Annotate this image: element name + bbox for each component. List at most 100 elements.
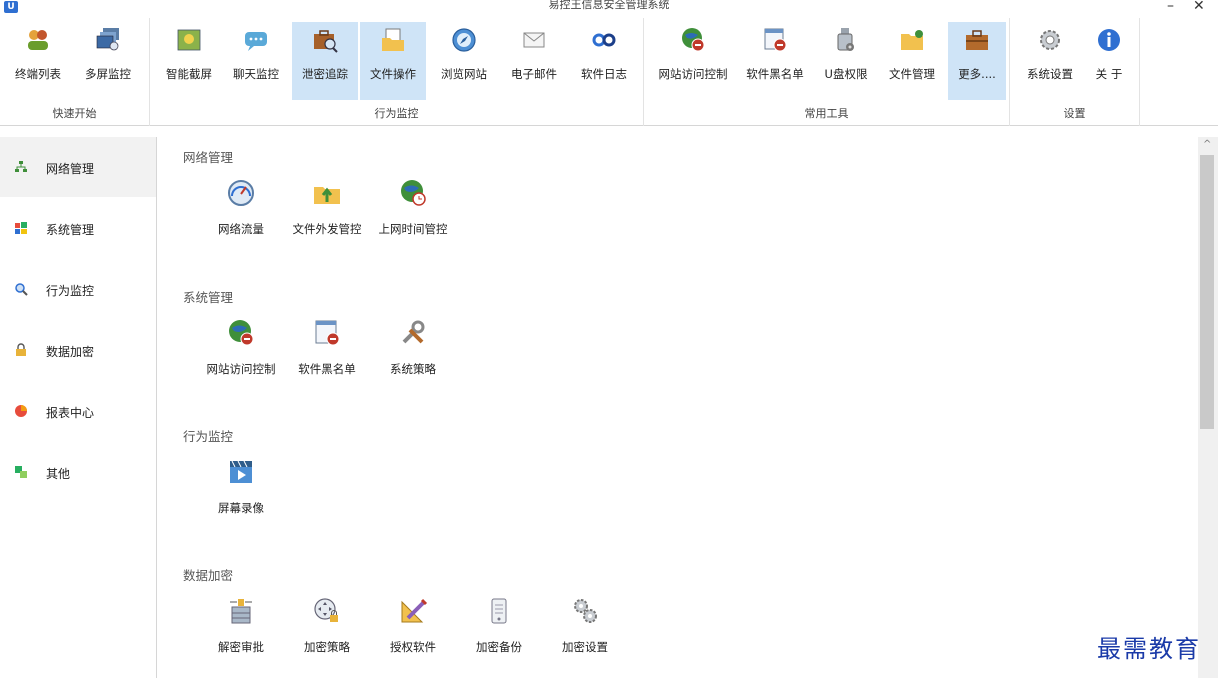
tile-label: 文件外发管控: [292, 222, 362, 236]
ribbon-button-label: 终端列表: [15, 67, 61, 81]
ribbon-button-browse-web[interactable]: 浏览网站: [432, 22, 496, 100]
tile-label: 加密设置: [562, 640, 608, 654]
sidebar-item-label: 行为监控: [46, 284, 95, 298]
file-operation-icon: [382, 28, 404, 51]
ribbon-button-leak-track[interactable]: 泄密追踪: [292, 22, 358, 100]
ribbon-group-label: 行为监控: [374, 107, 419, 120]
vertical-scrollbar[interactable]: ^: [1198, 137, 1218, 678]
ribbon-button-label: 浏览网站: [441, 67, 487, 81]
section-title: 行为监控: [183, 429, 234, 444]
ribbon-button-more[interactable]: 更多....: [948, 22, 1006, 100]
sidebar-item-report-center[interactable]: 报表中心: [0, 381, 156, 441]
speedometer-icon: [228, 180, 254, 206]
sidebar-item-system-management[interactable]: 系统管理: [0, 198, 156, 258]
screen-record-icon: [230, 460, 252, 483]
tile-software-blacklist[interactable]: 软件黑名单: [284, 318, 370, 388]
sidebar-item-label: 数据加密: [46, 345, 95, 359]
decrypt-approve-icon: [230, 599, 252, 624]
ribbon-button-label: 关 于: [1095, 67, 1123, 81]
ribbon-button-label: 软件黑名单: [746, 67, 804, 81]
ribbon-button-usb-permission[interactable]: U盘权限: [816, 22, 876, 100]
watermark: 最需教育: [1097, 635, 1201, 663]
network-icon: [15, 161, 27, 172]
authorize-software-icon: [401, 598, 428, 623]
tile-system-policy[interactable]: 系统策略: [370, 318, 456, 388]
sidebar-item-label: 报表中心: [46, 406, 95, 420]
tile-label: 加密备份: [476, 640, 522, 654]
tile-website-access-control[interactable]: 网站访问控制: [198, 318, 284, 388]
tile-decrypt-approval[interactable]: 解密审批: [198, 596, 284, 666]
minimize-button[interactable]: –: [1167, 0, 1174, 13]
ribbon-toolbar: 终端列表 多屏监控 快速开始 智能截屏 聊天监控 泄密追踪 文件操作 浏览网站 …: [0, 18, 1218, 126]
window-title: 易控王信息安全管理系统: [548, 0, 670, 11]
ribbon-button-label: 网站访问控制: [658, 67, 728, 81]
leak-track-icon: [314, 30, 338, 53]
tile-encryption-backup[interactable]: 加密备份: [456, 596, 542, 666]
tile-label: 软件黑名单: [298, 362, 356, 376]
sidebar-item-other[interactable]: 其他: [0, 442, 156, 502]
ribbon-button-label: 系统设置: [1027, 67, 1073, 81]
ribbon-button-chat-monitor[interactable]: 聊天监控: [224, 22, 288, 100]
sidebar: 网络管理 系统管理 行为监控 数据加密 报表中心 其他: [0, 137, 157, 678]
ribbon-group-common-tools: 网站访问控制 软件黑名单 U盘权限 文件管理 更多.... 常用工具: [644, 18, 1010, 126]
tile-network-traffic[interactable]: 网络流量: [198, 178, 284, 248]
ribbon-group-label: 设置: [1063, 107, 1086, 120]
ribbon-button-label: 文件操作: [370, 67, 416, 81]
lock-icon: [16, 343, 26, 356]
tile-encryption-settings[interactable]: 加密设置: [542, 596, 628, 666]
sidebar-item-label: 系统管理: [46, 223, 95, 237]
ribbon-button-label: 聊天监控: [233, 67, 279, 81]
ribbon-button-software-blacklist[interactable]: 软件黑名单: [738, 22, 812, 100]
chat-icon: [245, 32, 267, 51]
tile-label: 解密审批: [218, 640, 264, 654]
ribbon-button-label: 电子邮件: [511, 67, 557, 81]
report-icon: [15, 405, 27, 417]
ribbon-button-smart-screenshot[interactable]: 智能截屏: [156, 22, 222, 100]
scroll-up-arrow-icon[interactable]: ^: [1203, 139, 1211, 150]
tile-file-outgoing-control[interactable]: 文件外发管控: [284, 178, 370, 248]
ribbon-group-label: 快速开始: [52, 107, 97, 120]
ribbon-button-system-settings[interactable]: 系统设置: [1018, 22, 1082, 100]
tile-label: 上网时间管控: [378, 222, 448, 236]
section-title: 网络管理: [183, 150, 234, 165]
globe-block-icon: [229, 320, 254, 346]
ribbon-button-terminal-list[interactable]: 终端列表: [6, 22, 70, 100]
tile-authorized-software[interactable]: 授权软件: [370, 596, 456, 666]
software-log-icon: [592, 33, 616, 47]
usb-permission-icon: [837, 28, 854, 51]
ribbon-button-file-management[interactable]: 文件管理: [880, 22, 944, 100]
close-button[interactable]: ✕: [1193, 0, 1205, 13]
tile-internet-time-control[interactable]: 上网时间管控: [370, 178, 456, 248]
software-blacklist-icon: [315, 320, 340, 346]
ribbon-button-label: 智能截屏: [166, 67, 212, 81]
ribbon-button-file-operation[interactable]: 文件操作: [360, 22, 426, 100]
users-icon: [28, 30, 48, 50]
email-icon: [523, 32, 545, 48]
tile-label: 屏幕录像: [218, 501, 264, 515]
ribbon-button-about[interactable]: 关 于: [1084, 22, 1134, 100]
ribbon-button-label: 泄密追踪: [302, 67, 348, 81]
ribbon-button-label: 更多....: [958, 67, 996, 81]
magnifier-icon: [15, 283, 28, 296]
scroll-thumb[interactable]: [1200, 155, 1214, 429]
screenshot-icon: [177, 29, 201, 51]
ribbon-button-label: 文件管理: [889, 67, 935, 81]
sidebar-item-behavior-monitor[interactable]: 行为监控: [0, 259, 156, 319]
folder-upload-icon: [314, 187, 340, 204]
ribbon-button-software-log[interactable]: 软件日志: [572, 22, 636, 100]
ribbon-group-quick-start: 终端列表 多屏监控 快速开始: [0, 18, 150, 126]
sidebar-item-data-encryption[interactable]: 数据加密: [0, 320, 156, 380]
tile-encryption-policy[interactable]: 加密策略: [284, 596, 370, 666]
toolbox-icon: [966, 30, 988, 50]
main-panel: 网络管理 网络流量 文件外发管控 上网时间管控 系统管理 网站访问控制 软件黑名…: [158, 137, 1198, 678]
tile-screen-recording[interactable]: 屏幕录像: [198, 457, 284, 527]
ribbon-group-label: 常用工具: [804, 107, 849, 120]
globe-block-icon: [682, 28, 705, 52]
ribbon-button-email[interactable]: 电子邮件: [502, 22, 566, 100]
ribbon-button-website-access-control[interactable]: 网站访问控制: [652, 22, 734, 100]
ribbon-button-multi-screen[interactable]: 多屏监控: [76, 22, 140, 100]
ribbon-button-label: U盘权限: [824, 67, 868, 81]
tile-label: 网站访问控制: [206, 362, 276, 376]
browser-icon: [452, 28, 476, 52]
sidebar-item-network-management[interactable]: 网络管理: [0, 137, 156, 197]
